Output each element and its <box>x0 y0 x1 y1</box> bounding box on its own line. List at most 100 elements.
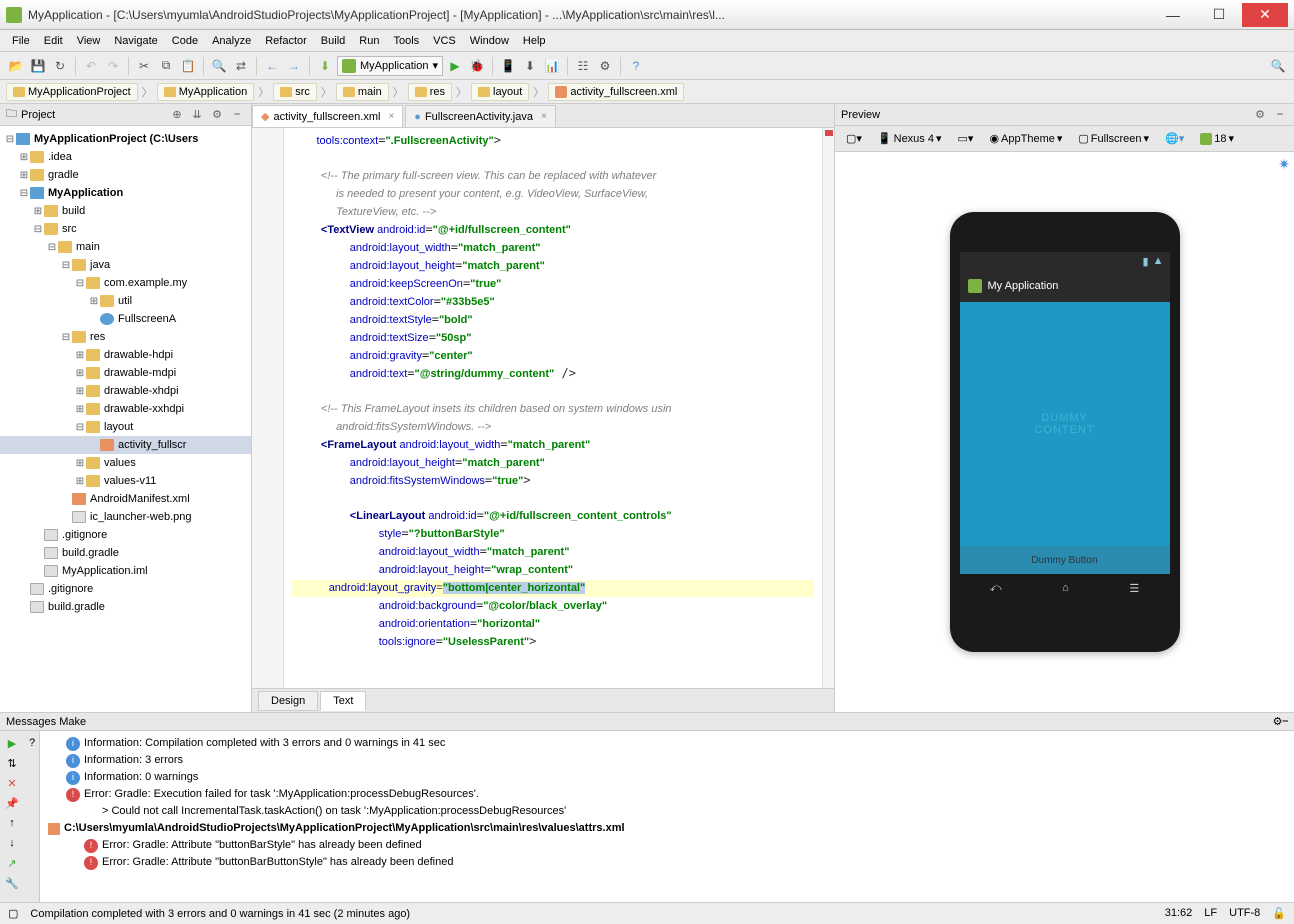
device-selector[interactable]: 📱Nexus 4▾ <box>873 129 947 148</box>
breadcrumb-item[interactable]: MyApplication <box>157 83 254 101</box>
monitor-icon[interactable]: 📊 <box>542 56 562 76</box>
tree-row[interactable]: FullscreenA <box>0 310 251 328</box>
encoding[interactable]: UTF-8 <box>1229 907 1260 920</box>
up-icon[interactable]: ↑ <box>4 815 20 831</box>
menu-edit[interactable]: Edit <box>38 33 69 49</box>
tab-design[interactable]: Design <box>258 691 318 711</box>
tree-row[interactable]: ⊞drawable-hdpi <box>0 346 251 364</box>
save-icon[interactable]: 💾 <box>28 56 48 76</box>
tree-row[interactable]: MyApplication.iml <box>0 562 251 580</box>
hide-icon[interactable]: ⎯ <box>229 107 245 123</box>
editor-tab[interactable]: ● FullscreenActivity.java × <box>405 105 556 127</box>
stop-icon[interactable]: ✕ <box>4 775 20 791</box>
breadcrumb-item[interactable]: main <box>336 83 389 101</box>
breadcrumb-item[interactable]: res <box>408 83 452 101</box>
find-icon[interactable]: 🔍 <box>209 56 229 76</box>
tree-row[interactable]: build.gradle <box>0 544 251 562</box>
menu-analyze[interactable]: Analyze <box>206 33 257 49</box>
menu-navigate[interactable]: Navigate <box>108 33 163 49</box>
tree-row[interactable]: ⊟layout <box>0 418 251 436</box>
pin-icon[interactable]: 📌 <box>4 795 20 811</box>
breadcrumb-item[interactable]: MyApplicationProject <box>6 83 138 101</box>
cursor-position[interactable]: 31:62 <box>1165 907 1193 920</box>
message-row[interactable]: iInformation: Compilation completed with… <box>48 735 1286 752</box>
line-separator[interactable]: LF <box>1204 907 1217 920</box>
sdk-icon[interactable]: ⬇ <box>520 56 540 76</box>
menu-help[interactable]: Help <box>517 33 552 49</box>
paste-icon[interactable]: 📋 <box>178 56 198 76</box>
error-marker[interactable] <box>825 130 833 136</box>
open-icon[interactable]: 📂 <box>6 56 26 76</box>
avd-icon[interactable]: 📱 <box>498 56 518 76</box>
breadcrumb-item[interactable]: activity_fullscreen.xml <box>548 83 684 101</box>
tree-row[interactable]: ⊟MyApplicationProject (C:\Users <box>0 130 251 148</box>
gear-icon[interactable]: ⚙ <box>1252 107 1268 123</box>
make-icon[interactable]: ⬇ <box>315 56 335 76</box>
menu-window[interactable]: Window <box>464 33 515 49</box>
tree-row[interactable]: ⊞util <box>0 292 251 310</box>
tree-row[interactable]: AndroidManifest.xml <box>0 490 251 508</box>
config-selector[interactable]: ▢Fullscreen▾ <box>1073 129 1154 148</box>
menu-build[interactable]: Build <box>315 33 351 49</box>
tree-row[interactable]: ⊞drawable-mdpi <box>0 364 251 382</box>
statusbar-icon[interactable]: ▢ <box>8 907 18 920</box>
message-row[interactable]: iInformation: 3 errors <box>48 752 1286 769</box>
menu-code[interactable]: Code <box>166 33 204 49</box>
refresh-icon[interactable]: ✷ <box>1278 156 1290 173</box>
editor-error-stripe[interactable] <box>822 128 834 688</box>
menu-tools[interactable]: Tools <box>387 33 425 49</box>
run-icon[interactable]: ▶ <box>445 56 465 76</box>
run-config-selector[interactable]: MyApplication ▾ <box>337 56 443 76</box>
tree-row[interactable]: ic_launcher-web.png <box>0 508 251 526</box>
theme-selector[interactable]: ◉AppTheme▾ <box>984 129 1067 148</box>
breadcrumb-item[interactable]: layout <box>471 83 529 101</box>
redo-icon[interactable]: ↷ <box>103 56 123 76</box>
hide-icon[interactable]: ⎯ <box>1272 107 1288 123</box>
debug-icon[interactable]: 🐞 <box>467 56 487 76</box>
breadcrumb-item[interactable]: src <box>273 83 317 101</box>
menu-file[interactable]: File <box>6 33 36 49</box>
tree-row[interactable]: ⊞values-v11 <box>0 472 251 490</box>
project-tree[interactable]: ⊟MyApplicationProject (C:\Users⊞.idea⊞gr… <box>0 126 251 712</box>
message-row[interactable]: iInformation: 0 warnings <box>48 769 1286 786</box>
tab-text[interactable]: Text <box>320 691 366 711</box>
menu-view[interactable]: View <box>71 33 107 49</box>
messages-tree[interactable]: iInformation: Compilation completed with… <box>40 731 1294 902</box>
lock-icon[interactable]: 🔓 <box>1272 907 1286 920</box>
tree-row[interactable]: .gitignore <box>0 580 251 598</box>
api-selector[interactable]: 18▾ <box>1195 129 1239 148</box>
close-icon[interactable]: × <box>388 111 394 122</box>
tree-row[interactable]: ⊟com.example.my <box>0 274 251 292</box>
hide-icon[interactable]: ⎯ <box>1283 715 1289 728</box>
message-row[interactable]: C:\Users\myumla\AndroidStudioProjects\My… <box>48 820 1286 837</box>
tree-row[interactable]: activity_fullscr <box>0 436 251 454</box>
menu-run[interactable]: Run <box>353 33 385 49</box>
menu-refactor[interactable]: Refactor <box>259 33 313 49</box>
orientation-icon[interactable]: ▢▾ <box>841 129 867 148</box>
gear-icon[interactable]: ⚙ <box>1273 715 1283 728</box>
undo-icon[interactable]: ↶ <box>81 56 101 76</box>
code-editor[interactable]: tools:context=".FullscreenActivity"> <!-… <box>284 128 822 688</box>
tree-row[interactable]: ⊞values <box>0 454 251 472</box>
tree-row[interactable]: ⊟main <box>0 238 251 256</box>
layout-icon[interactable]: ▭▾ <box>953 129 979 148</box>
close-icon[interactable]: × <box>541 111 547 122</box>
editor-tab[interactable]: ◆ activity_fullscreen.xml × <box>252 105 403 127</box>
menu-vcs[interactable]: VCS <box>427 33 462 49</box>
help-icon[interactable]: ? <box>626 56 646 76</box>
close-button[interactable]: ✕ <box>1242 3 1288 27</box>
rerun-icon[interactable]: ▶ <box>4 735 20 751</box>
settings-icon[interactable]: ⚙ <box>595 56 615 76</box>
tree-row[interactable]: ⊟java <box>0 256 251 274</box>
gear-icon[interactable]: ⚙ <box>209 107 225 123</box>
tree-row[interactable]: build.gradle <box>0 598 251 616</box>
tree-row[interactable]: ⊟src <box>0 220 251 238</box>
sync-icon[interactable]: ↻ <box>50 56 70 76</box>
tree-row[interactable]: ⊞build <box>0 202 251 220</box>
structure-icon[interactable]: ☷ <box>573 56 593 76</box>
wrench-icon[interactable]: 🔧 <box>4 875 20 891</box>
search-everywhere-icon[interactable]: 🔍 <box>1268 56 1288 76</box>
tree-row[interactable]: ⊞.idea <box>0 148 251 166</box>
collapse-icon[interactable]: ⇊ <box>189 107 205 123</box>
message-row[interactable]: !Error: Gradle: Execution failed for tas… <box>48 786 1286 803</box>
